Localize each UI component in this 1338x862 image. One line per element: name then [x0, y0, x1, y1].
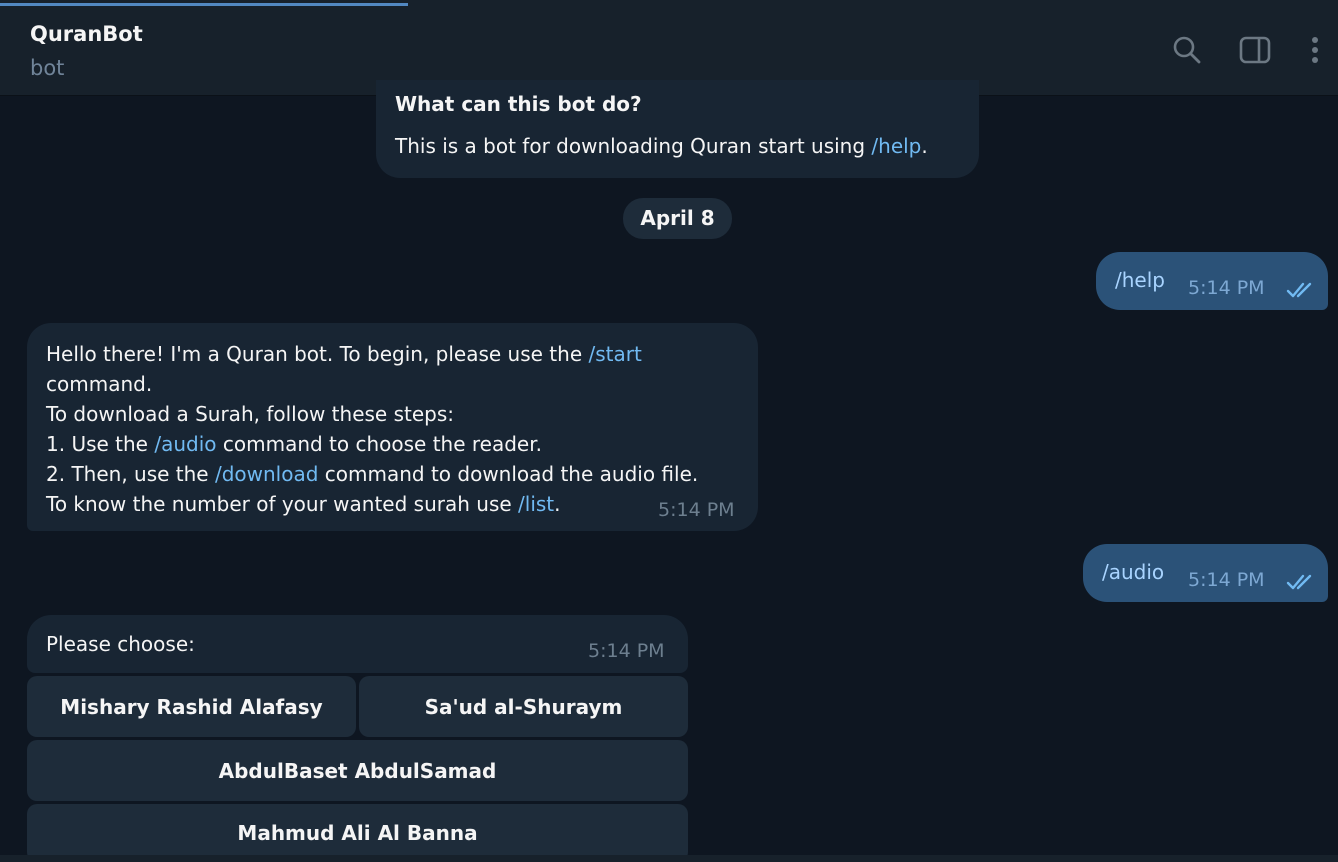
- double-check-icon: [1286, 282, 1312, 298]
- double-check-icon: [1286, 574, 1312, 590]
- bot-info-card: What can this bot do? This is a bot for …: [376, 80, 979, 178]
- message-text: /audio: [1102, 560, 1165, 584]
- message-line-text: 1. Use the: [46, 432, 155, 456]
- message-text: /help: [1115, 268, 1165, 292]
- incoming-message-choose[interactable]: Please choose: 5:14 PM: [27, 615, 688, 673]
- message-line-text: 2. Then, use the: [46, 462, 215, 486]
- message-line-text: Hello there! I'm a Quran bot. To begin, …: [46, 342, 589, 366]
- download-command-link[interactable]: /download: [215, 462, 318, 486]
- outgoing-message-help[interactable]: /help 5:14 PM: [1096, 252, 1328, 310]
- list-command-link[interactable]: /list: [518, 492, 554, 516]
- message-line-text: .: [554, 492, 561, 516]
- help-command-link[interactable]: /help: [871, 134, 921, 158]
- reader-button-abdulsamad[interactable]: AbdulBaset AbdulSamad: [27, 740, 688, 801]
- search-icon[interactable]: [1170, 33, 1204, 67]
- message-time: 5:14 PM: [1188, 569, 1265, 591]
- chat-window: QuranBot bot What can this bot do? This …: [0, 0, 1338, 862]
- bot-info-title: What can this bot do?: [395, 92, 642, 116]
- message-line: Hello there! I'm a Quran bot. To begin, …: [46, 339, 698, 369]
- message-line: command.: [46, 372, 153, 396]
- bot-info-text: This is a bot for downloading Quran star…: [395, 134, 928, 158]
- outgoing-message-audio[interactable]: /audio 5:14 PM: [1083, 544, 1328, 602]
- message-line-text: To know the number of your wanted surah …: [46, 492, 519, 516]
- reader-button-alafasy[interactable]: Mishary Rashid Alafasy: [27, 676, 356, 737]
- sidebar-toggle-icon[interactable]: [1238, 33, 1272, 67]
- composer-edge: [0, 855, 1338, 862]
- message-line: 2. Then, use the /download command to do…: [46, 459, 698, 489]
- message-line: To know the number of your wanted surah …: [46, 489, 698, 519]
- more-vertical-icon[interactable]: [1298, 33, 1332, 67]
- date-separator: April 8: [623, 198, 732, 239]
- start-command-link[interactable]: /start: [589, 342, 642, 366]
- chat-title[interactable]: QuranBot: [30, 22, 143, 46]
- message-line-text: command to download the audio file.: [318, 462, 699, 486]
- message-line: To download a Surah, follow these steps:: [46, 402, 454, 426]
- message-text: Please choose:: [46, 632, 195, 656]
- message-time: 5:14 PM: [1188, 277, 1265, 299]
- date-label: April 8: [640, 206, 715, 230]
- reader-button-shuraym[interactable]: Sa'ud al-Shuraym: [359, 676, 688, 737]
- audio-command-link[interactable]: /audio: [154, 432, 216, 456]
- loading-progress-bar: [0, 3, 408, 6]
- message-text: Hello there! I'm a Quran bot. To begin, …: [46, 339, 698, 519]
- incoming-message-intro[interactable]: Hello there! I'm a Quran bot. To begin, …: [27, 323, 758, 531]
- bot-info-text-body: This is a bot for downloading Quran star…: [395, 134, 872, 158]
- chat-subtitle: bot: [30, 56, 65, 80]
- bot-info-text-end: .: [921, 134, 928, 158]
- message-line: 1. Use the /audio command to choose the …: [46, 429, 698, 459]
- message-line-text: command to choose the reader.: [216, 432, 542, 456]
- message-time: 5:14 PM: [658, 499, 735, 521]
- message-time: 5:14 PM: [588, 640, 665, 662]
- reader-button-al-banna[interactable]: Mahmud Ali Al Banna: [27, 804, 688, 862]
